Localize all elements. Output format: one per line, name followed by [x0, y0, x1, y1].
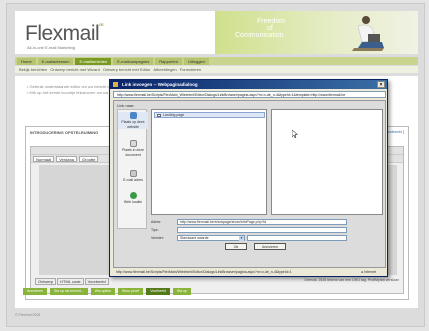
venster-value: Standaard waarde	[180, 236, 209, 240]
nav-item-emailadressen[interactable]: E-mailadressen	[37, 58, 74, 65]
tree-item-label: Landing page	[163, 113, 185, 117]
globe-icon	[129, 112, 137, 119]
internet-zone: ● Internet	[361, 270, 376, 274]
flexmail-logo[interactable]: FlexmailBE	[25, 22, 104, 46]
tagline: All-in-one E-mail Marketing	[27, 45, 76, 50]
sub-nav: Bekijk berichten Ontwerp bericht met Wiz…	[15, 66, 418, 73]
status-url: http://www.flexmail.be/Scripts/FlexMain/…	[116, 270, 292, 274]
subnav-item-formulieren[interactable]: Formulieren	[180, 66, 201, 73]
save-as-button[interactable]: Sla op als bericht...	[49, 288, 88, 295]
logo-text: Flexmail	[25, 22, 100, 45]
mail-icon	[129, 170, 137, 177]
cancel-button[interactable]: Annuleren	[254, 243, 286, 250]
venster-target-input[interactable]	[247, 235, 347, 241]
link-source-list: Plaats op deze website Plaats in deze do…	[117, 109, 148, 229]
dialog-title: Link invoegen -- Webpaginadialoog	[122, 82, 198, 87]
editor-status: Gebruik: 2535 tekens van een 10K1 tag. P…	[304, 278, 399, 282]
nav-item-emailcampagnes[interactable]: E-mailcampagnes	[113, 58, 154, 65]
dialog-content: Link naar: Plaats op deze website Plaats…	[113, 100, 386, 268]
person-laptop-image	[352, 16, 384, 51]
wis-opties-button[interactable]: Wis opties	[90, 288, 115, 295]
stuur-proef-button[interactable]: Stuur proef	[117, 288, 144, 295]
link-to-label: Link naar:	[117, 103, 135, 108]
page-tree[interactable]: Landing page	[151, 109, 267, 215]
page-icon	[157, 114, 161, 117]
source-label: Plaats in deze document	[122, 148, 144, 157]
size-select[interactable]: Grootte	[79, 156, 99, 162]
page-preview	[271, 109, 383, 215]
document-icon	[129, 140, 137, 147]
tips-input[interactable]	[177, 227, 347, 233]
source-document[interactable]: Plaats in deze document	[118, 140, 148, 157]
nav-item-uitloggen[interactable]: Uitloggen	[183, 58, 209, 65]
subnav-item-bekijk[interactable]: Bekijk berichten	[19, 66, 47, 73]
adres-row: Adres: http://www.flexmail.be/showpage/s…	[151, 219, 347, 225]
logo-sup: BE	[99, 22, 104, 27]
action-bar: Annuleren Sla op als bericht... Wis opti…	[23, 288, 409, 295]
subnav-item-editor[interactable]: Ontwerp bericht met Editor	[103, 66, 151, 73]
tree-item-landing-page[interactable]: Landing page	[154, 112, 265, 118]
dialog-titlebar[interactable]: Link invoegen -- Webpaginadialoog ×	[110, 80, 387, 89]
editor-mode-tabs: Ontwerp HTML code Voorbeeld	[35, 278, 109, 285]
dialog-app-icon	[113, 82, 118, 87]
hero-banner: Freedom of Communication	[215, 11, 418, 54]
dialog-url-bar: http://www.flexmail.be/Scripts/FlexMain_…	[113, 91, 386, 98]
web-icon	[129, 192, 137, 199]
source-label: E-mail adres	[123, 178, 143, 182]
panel-title: INTRODUCERING OPSTELRUIMING	[30, 130, 99, 135]
nav-item-home[interactable]: Home	[17, 58, 36, 65]
close-icon[interactable]: ×	[377, 81, 385, 88]
tab-ontwerp[interactable]: Ontwerp	[35, 278, 57, 285]
tips-row: Tips:	[151, 227, 347, 233]
source-website[interactable]: Plaats op deze website	[118, 112, 148, 129]
chevron-down-icon: ▼	[239, 236, 244, 241]
ok-button[interactable]: Ok	[225, 243, 247, 250]
hero-line3: Communication	[235, 32, 284, 39]
nav-item-emailberichten[interactable]: E-mailberichten	[75, 58, 112, 65]
footer: © Flexmail 2005	[15, 313, 41, 317]
link-dialog: Link invoegen -- Webpaginadialoog × http…	[109, 79, 388, 277]
tab-html-code[interactable]: HTML code	[57, 278, 84, 285]
source-label: Plaats op deze website	[121, 120, 145, 129]
zone-label: Internet	[364, 270, 376, 274]
voorbeeld-button[interactable]: Voorbeeld	[146, 288, 170, 295]
format-select[interactable]: Normaal	[33, 156, 55, 162]
source-label: Web locatie	[123, 200, 143, 204]
site-header: FlexmailBE All-in-one E-mail Marketing F…	[15, 11, 418, 54]
venster-row: Venster: Standaard waarde ▼	[151, 235, 347, 241]
source-email[interactable]: E-mail adres	[118, 170, 148, 183]
annuleren-button[interactable]: Annuleren	[23, 288, 47, 295]
adres-input[interactable]: http://www.flexmail.be/showpage/show/inf…	[177, 219, 347, 225]
mouse-cursor-icon	[292, 130, 298, 138]
source-web[interactable]: Web locatie	[118, 192, 148, 205]
dialog-statusbar: http://www.flexmail.be/Scripts/FlexMain/…	[113, 268, 386, 276]
subnav-item-afbeeldingen[interactable]: Afbeeldingen	[153, 66, 176, 73]
main-nav: Home E-mailadressen E-mailberichten E-ma…	[15, 57, 418, 65]
font-select[interactable]: Verdana	[56, 156, 78, 162]
tips-label: Tips:	[151, 228, 159, 232]
venster-select[interactable]: Standaard waarde ▼	[177, 235, 245, 241]
adres-label: Adres:	[151, 220, 162, 224]
nav-item-rapporten[interactable]: Rapporten	[155, 58, 182, 65]
sla-op-button[interactable]: Sla op	[172, 288, 191, 295]
tab-voorbeeld[interactable]: Voorbeeld	[84, 278, 109, 285]
venster-label: Venster:	[151, 236, 164, 240]
subnav-item-wizard[interactable]: Ontwerp bericht met Wizard	[50, 66, 100, 73]
